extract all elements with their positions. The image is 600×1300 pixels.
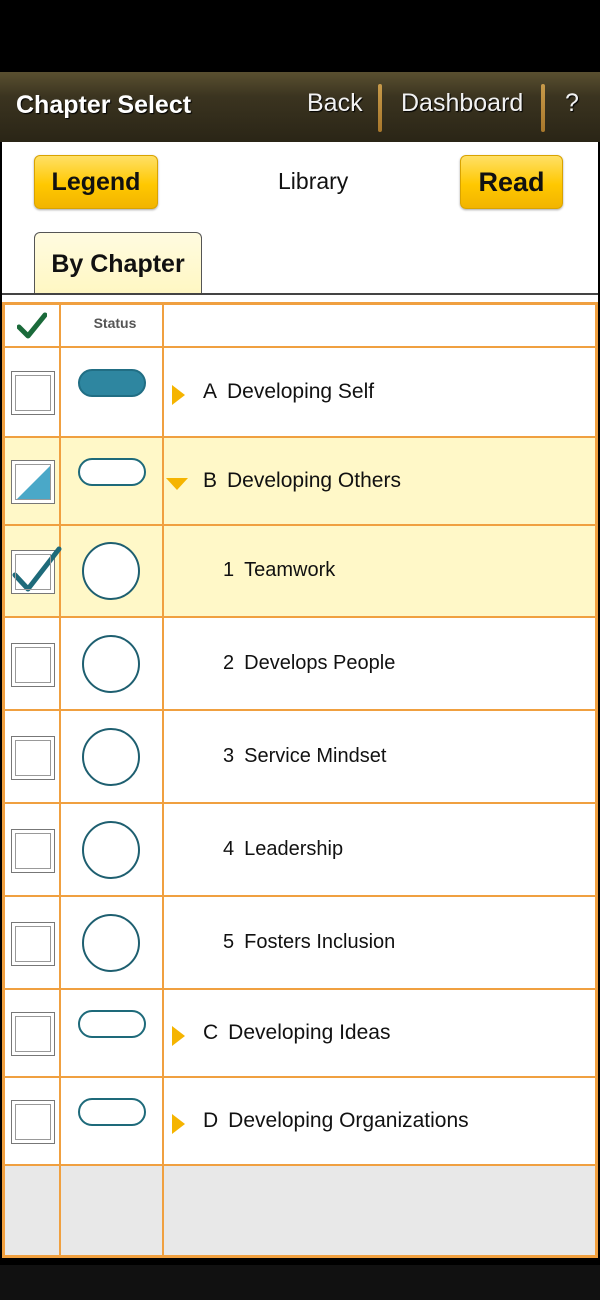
nav-divider [541,84,545,132]
row-title: Service Mindset [244,744,387,767]
chevron-down-icon[interactable] [166,478,188,490]
checkmark-icon[interactable] [17,312,47,340]
row-index: C [203,1021,219,1044]
row-checkbox[interactable] [11,546,62,594]
status-circle-indicator [82,727,140,786]
back-button[interactable]: Back [307,89,363,118]
row-index: 2 [223,651,235,674]
chapter-section-row[interactable]: C Developing Ideas [5,990,595,1078]
row-label: 5 Fosters Inclusion [223,931,395,954]
tab-divider [2,293,598,295]
page-title: Chapter Select [16,91,192,119]
row-checkbox[interactable] [11,460,55,504]
row-index: B [203,469,218,492]
column-divider [59,348,61,436]
chapter-item-row[interactable]: 3 Service Mindset [5,711,595,804]
column-divider [162,897,164,988]
status-circle-indicator [82,542,140,600]
row-title: Developing Others [227,469,401,492]
read-button[interactable]: Read [460,155,563,209]
status-column-header: Status [93,315,137,331]
chapter-item-row[interactable]: 1 Teamwork [5,526,595,618]
row-index: A [203,380,218,403]
column-divider [59,618,61,709]
row-checkbox[interactable] [11,921,55,966]
status-complete-indicator [78,369,146,397]
chapter-item-row[interactable]: 4 Leadership [5,804,595,897]
row-title: Developing Organizations [228,1109,469,1132]
column-divider [162,711,164,802]
row-checkbox[interactable] [11,735,55,780]
main-panel: Legend Library Read By Chapter Status AD… [2,142,598,1258]
column-divider [59,305,61,346]
row-checkbox[interactable] [11,828,55,873]
row-title: Developing Ideas [228,1021,391,1044]
row-title: Teamwork [244,559,336,581]
row-label: B Developing Others [203,469,401,493]
row-label: 2 Develops People [223,652,395,675]
tab-by-chapter[interactable]: By Chapter [34,232,202,295]
column-divider [162,804,164,895]
column-divider [162,526,164,616]
row-index: 1 [223,559,235,581]
dashboard-button[interactable]: Dashboard [401,89,523,118]
column-divider [59,711,61,802]
row-title: Fosters Inclusion [244,930,396,953]
row-checkbox[interactable] [11,1012,55,1056]
row-label: 4 Leadership [223,838,343,861]
empty-row [5,1166,595,1255]
column-divider [59,990,61,1076]
status-circle-indicator [82,913,140,972]
library-label: Library [278,168,349,194]
status-circle-indicator [82,634,140,693]
chapter-item-row[interactable]: 2 Develops People [5,618,595,711]
row-checkbox[interactable] [11,642,55,687]
row-label: D Developing Organizations [203,1109,469,1133]
partial-check-icon [16,465,51,500]
row-label: 3 Service Mindset [223,745,386,768]
check-icon [12,546,62,592]
column-divider [59,1078,61,1164]
row-index: D [203,1109,219,1132]
column-divider [162,1078,164,1164]
column-divider [162,1166,164,1255]
help-button[interactable]: ? [565,89,579,118]
column-divider [162,348,164,436]
row-title: Develops People [244,651,396,674]
chevron-right-icon[interactable] [172,385,185,405]
column-divider [59,897,61,988]
status-pill-indicator [78,458,146,486]
row-index: 4 [223,837,235,860]
row-index: 5 [223,930,235,953]
chapter-section-row[interactable]: A Developing Self [5,348,595,438]
column-divider [162,990,164,1076]
column-divider [162,618,164,709]
status-circle-indicator [82,820,140,879]
chapter-table: Status A Developing Self B Developing Other… [2,302,598,1258]
row-label: A Developing Self [203,380,374,404]
chevron-right-icon[interactable] [172,1114,185,1134]
column-divider [162,438,164,524]
row-title: Developing Self [227,380,375,403]
system-nav-bar [0,1265,600,1300]
row-checkbox[interactable] [11,1100,55,1144]
nav-divider [378,84,382,132]
top-bar: Chapter Select Back Dashboard ? [0,72,600,142]
legend-button[interactable]: Legend [34,155,158,209]
status-pill-indicator [78,1098,146,1126]
chapter-item-row[interactable]: 5 Fosters Inclusion [5,897,595,990]
row-title: Leadership [244,837,344,860]
status-pill-indicator [78,1010,146,1038]
column-divider [59,1166,61,1255]
row-label: 1 Teamwork [223,559,335,582]
column-divider [59,804,61,895]
row-label: C Developing Ideas [203,1021,390,1045]
chapter-section-row[interactable]: D Developing Organizations [5,1078,595,1166]
row-index: 3 [223,744,235,767]
table-header-row: Status [5,305,595,348]
chapter-section-row[interactable]: B Developing Others [5,438,595,526]
row-checkbox[interactable] [11,371,55,415]
chevron-right-icon[interactable] [172,1026,185,1046]
column-divider [59,438,61,524]
